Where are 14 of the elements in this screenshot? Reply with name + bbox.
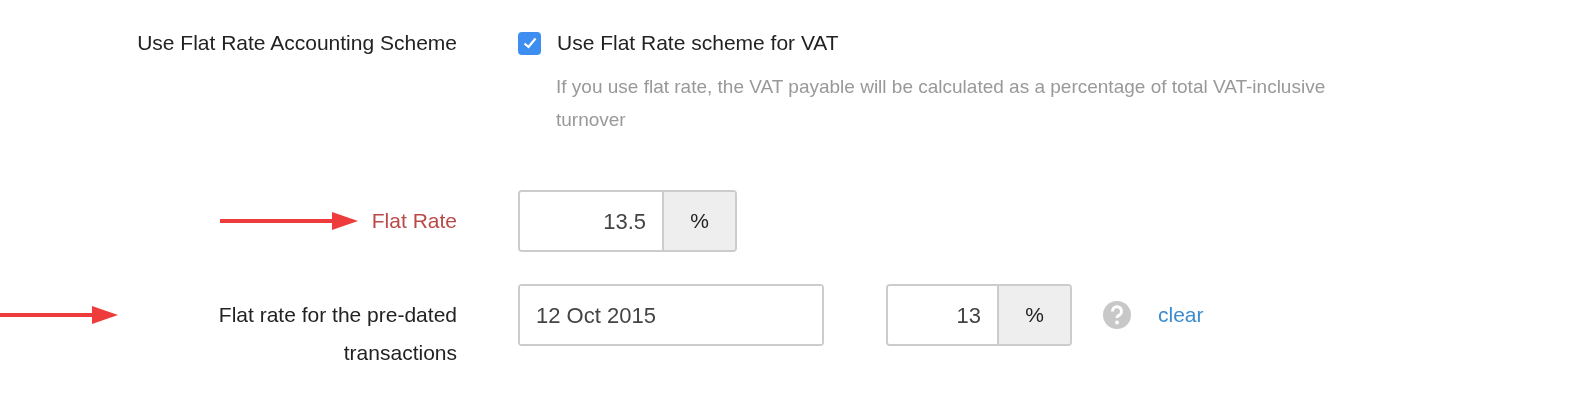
date-field[interactable]: 12 Oct 2015 <box>518 284 824 346</box>
percent-addon: % <box>997 286 1070 344</box>
field-label: Flat rate for the pre-dated transactions <box>217 302 457 366</box>
field-label: Flat Rate <box>371 208 457 234</box>
rate-field[interactable]: 13.5 % <box>518 190 737 252</box>
rate-field[interactable]: 13 % <box>886 284 1072 346</box>
field-label: Use Flat Rate Accounting Scheme <box>137 30 457 56</box>
percent-addon: % <box>662 192 735 250</box>
clear-link[interactable]: clear <box>1158 299 1204 331</box>
checkbox-label: Use Flat Rate scheme for VAT <box>557 30 839 56</box>
checkbox[interactable] <box>518 31 541 55</box>
help-icon[interactable] <box>1102 300 1132 330</box>
check-icon <box>522 37 537 49</box>
help-text: If you use flat rate, the VAT payable will be calculated as a percentage of total VAT-inclusive turnover <box>556 75 1327 132</box>
